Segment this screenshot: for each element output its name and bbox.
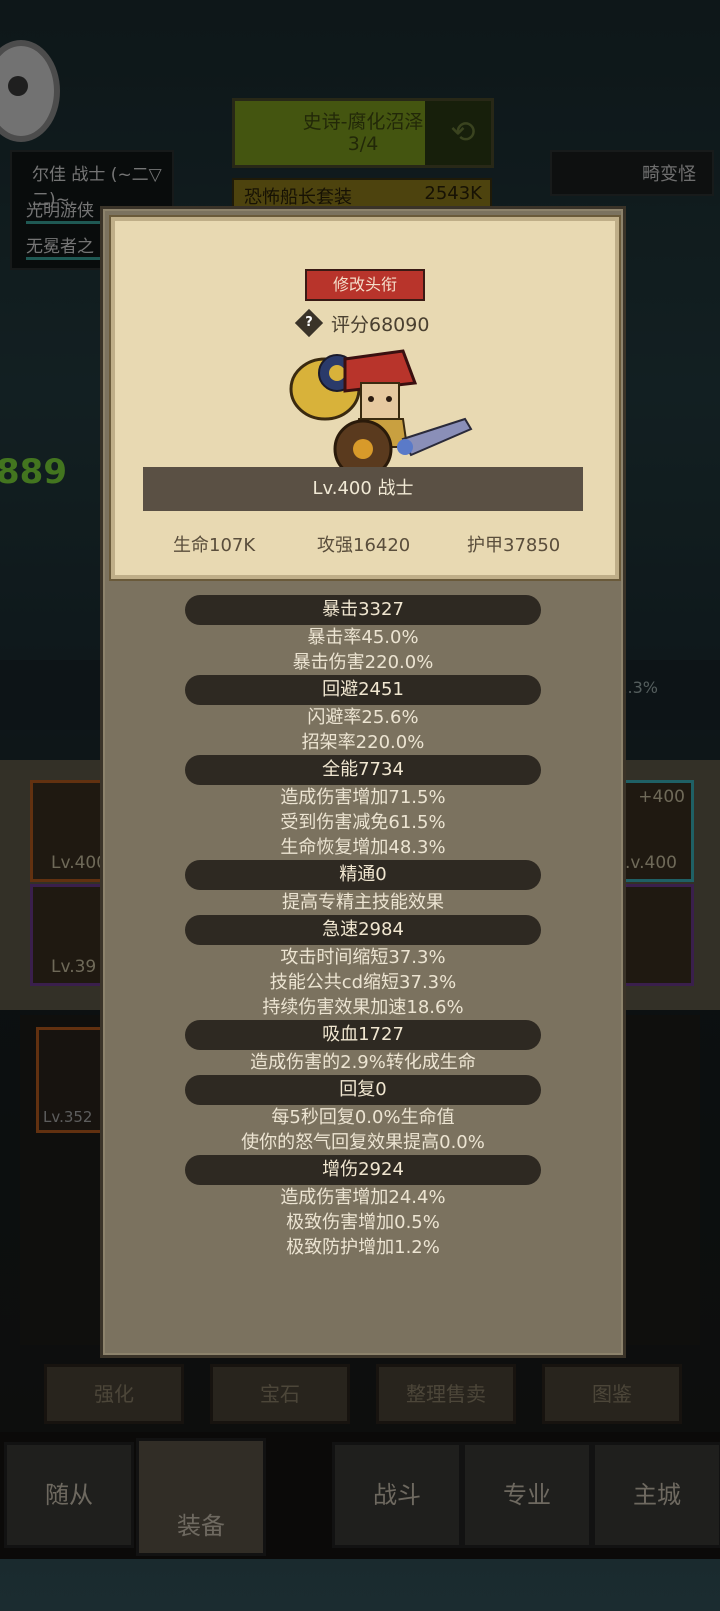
settings-gear-icon[interactable] — [0, 40, 60, 142]
armor-stat: 护甲37850 — [467, 535, 561, 556]
slot-level: Lv.400 — [51, 853, 108, 873]
hp-stat: 生命107K — [173, 535, 256, 556]
nav-followers[interactable]: 随从 — [4, 1442, 134, 1548]
stat-header-mastery: 精通0 — [185, 860, 541, 890]
stat-line: 攻击时间缩短37.3% — [280, 947, 446, 968]
score: 评分68090 — [331, 313, 430, 336]
action-bar: 强化 宝石 整理售卖 图鉴 — [0, 1358, 720, 1428]
enemy-name-box: 畸变怪 — [550, 150, 714, 196]
stage-title[interactable]: 史诗-腐化沼泽 3/4 ⟲ — [232, 98, 494, 168]
stat-line: 招架率220.0% — [301, 732, 425, 753]
question-icon[interactable]: ? — [294, 308, 324, 338]
swap-icon[interactable]: ⟲ — [445, 115, 481, 151]
nav-profession[interactable]: 专业 — [462, 1442, 592, 1548]
stat-header-regen: 回复0 — [185, 1075, 541, 1105]
sort-sell-button[interactable]: 整理售卖 — [376, 1364, 516, 1424]
stat-header-damage-bonus: 增伤2924 — [185, 1155, 541, 1185]
slot-plus: +400 — [638, 787, 685, 807]
level-class-bar: Lv.400 战士 — [143, 467, 583, 511]
secondary-stats: 暴击3327 暴击率45.0% 暴击伤害220.0% 回避2451 闪避率25.… — [103, 595, 623, 1260]
stat-header-dodge: 回避2451 — [185, 675, 541, 705]
stat-line: 造成伤害增加24.4% — [280, 1187, 446, 1208]
stat-line: 提高专精主技能效果 — [282, 892, 444, 913]
stat-line: 持续伤害效果加速18.6% — [262, 997, 464, 1018]
stat-header-haste: 急速2984 — [185, 915, 541, 945]
stat-line: 造成伤害增加71.5% — [280, 787, 446, 808]
bag-item-level: Lv.352 — [43, 1108, 93, 1126]
stat-line: 暴击率45.0% — [307, 627, 419, 648]
stat-line: 技能公共cd缩短37.3% — [269, 972, 457, 993]
bottom-nav: 随从 装备 战斗 专业 主城 — [0, 1432, 720, 1559]
stat-line: 使你的怒气回复效果提高0.0% — [241, 1132, 485, 1153]
score-row: ? 评分68090 — [294, 305, 430, 341]
edit-title-button[interactable]: 修改头衔 — [305, 269, 425, 301]
core-stats: 生命107K 攻强16420 护甲37850 — [115, 527, 615, 557]
slot-level: Lv.39 — [51, 957, 97, 977]
stat-line: 闪避率25.6% — [307, 707, 419, 728]
codex-button[interactable]: 图鉴 — [542, 1364, 682, 1424]
stat-line: 受到伤害减免61.5% — [280, 812, 446, 833]
stat-line: 造成伤害的2.9%转化成生命 — [250, 1052, 476, 1073]
stat-line: 生命恢复增加48.3% — [280, 837, 446, 858]
stat-line: 极致防护增加1.2% — [286, 1237, 440, 1258]
set-value: 2543K — [424, 183, 482, 204]
stat-line: 极致伤害增加0.5% — [286, 1212, 440, 1233]
combat-numbers — [56, 330, 106, 530]
stat-header-versatility: 全能7734 — [185, 755, 541, 785]
hero-sprite — [289, 349, 473, 479]
gem-button[interactable]: 宝石 — [210, 1364, 350, 1424]
character-stats-modal: 修改头衔 ? 评分68090 Lv.400 战士 生命107K 攻强16420 … — [100, 206, 626, 1358]
slot-level: .v.400 — [625, 853, 677, 873]
character-card: 修改头衔 ? 评分68090 Lv.400 战士 生命107K 攻强16420 … — [111, 217, 619, 579]
stat-header-leech: 吸血1727 — [185, 1020, 541, 1050]
enhance-button[interactable]: 强化 — [44, 1364, 184, 1424]
stat-line: 每5秒回复0.0%生命值 — [271, 1107, 455, 1128]
enemy-name: 畸变怪 — [642, 164, 696, 185]
stat-header-crit: 暴击3327 — [185, 595, 541, 625]
attack-stat: 攻强16420 — [317, 535, 411, 556]
nav-battle[interactable]: 战斗 — [332, 1442, 462, 1548]
nav-main-city[interactable]: 主城 — [592, 1442, 720, 1548]
stat-line: 暴击伤害220.0% — [292, 652, 434, 673]
nav-equipment[interactable]: 装备 — [136, 1438, 266, 1556]
